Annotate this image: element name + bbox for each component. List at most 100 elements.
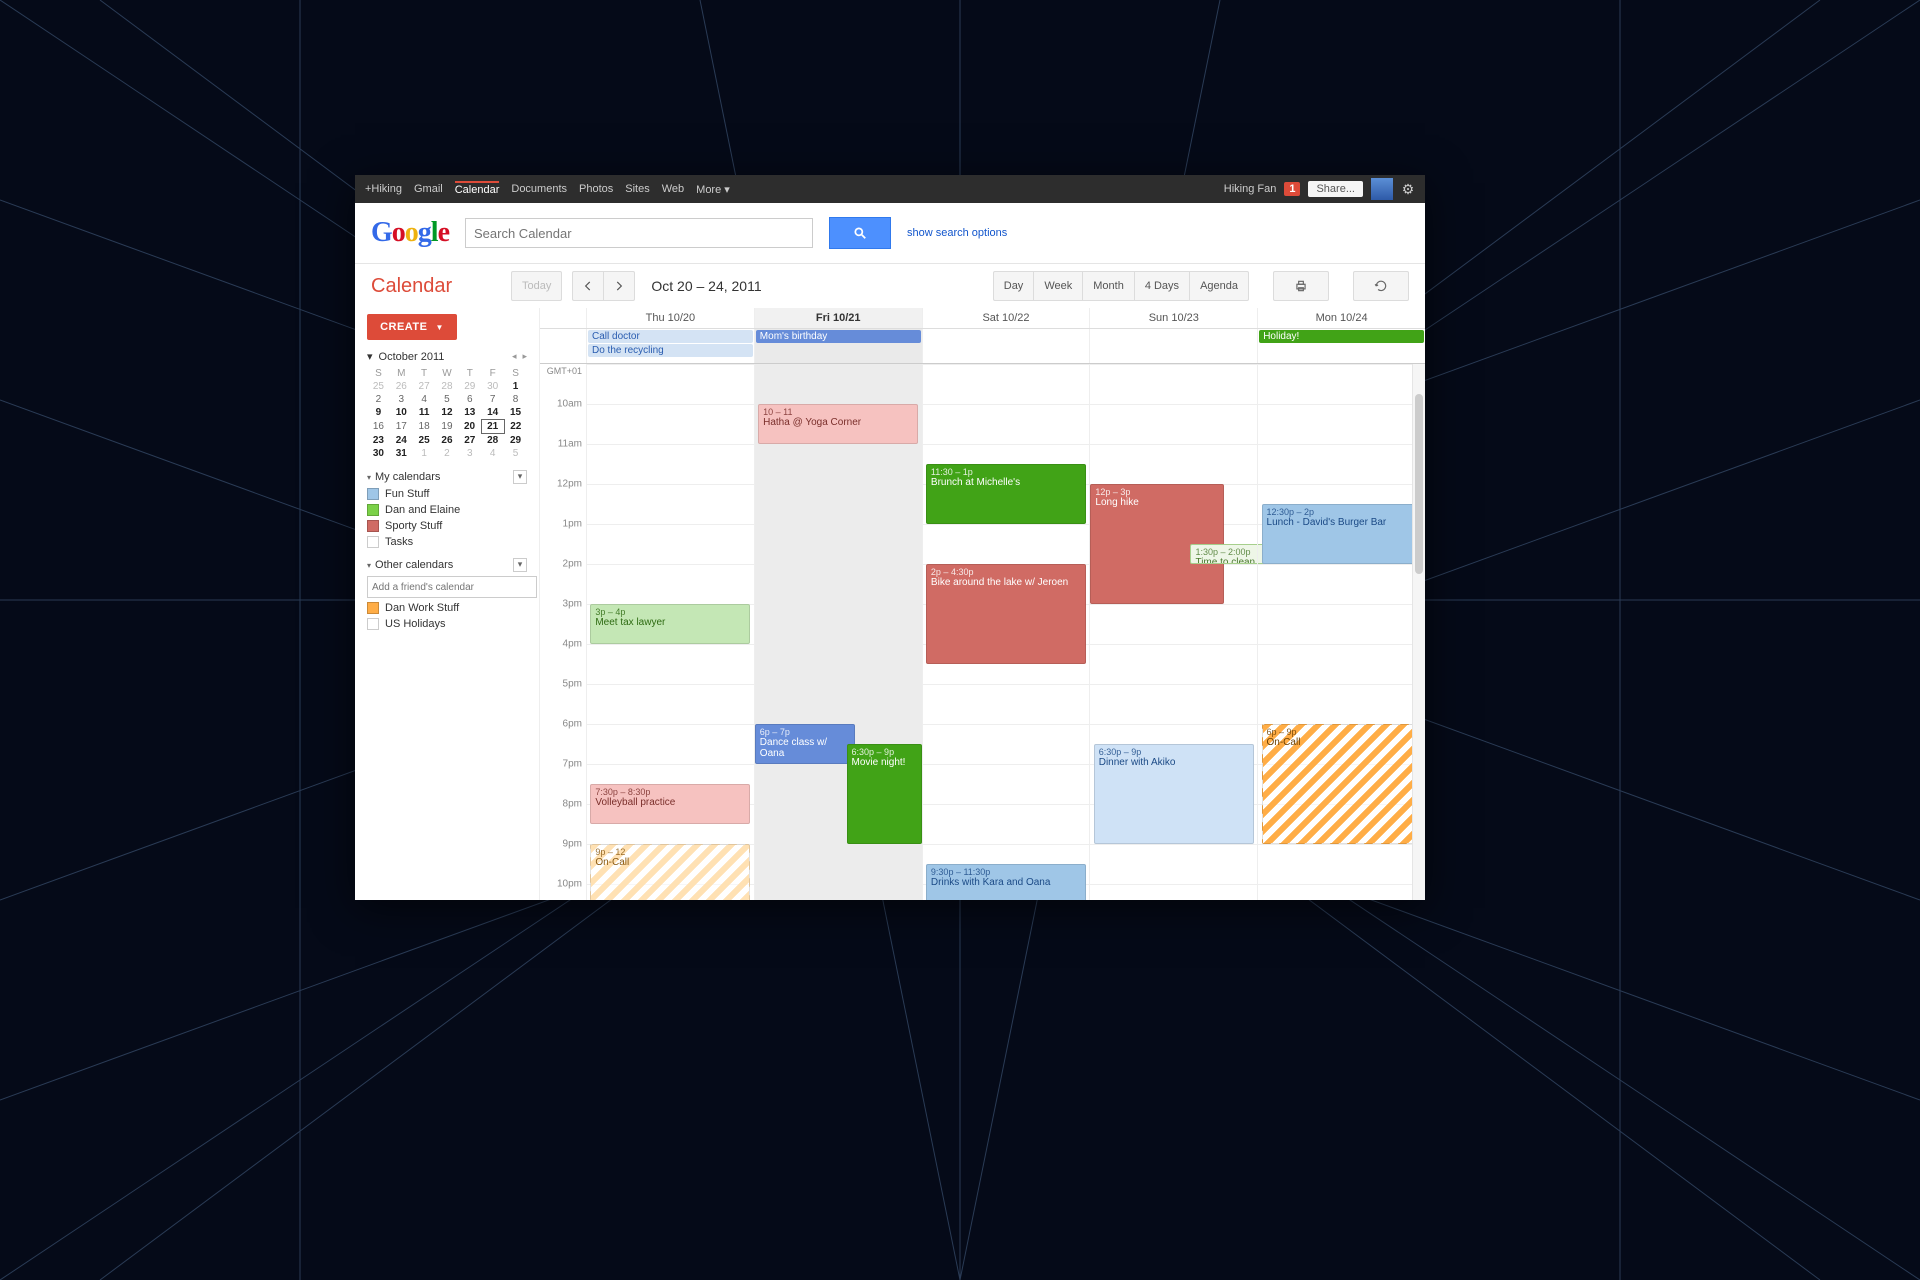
mini-cal-day[interactable]: 27 xyxy=(458,434,481,448)
gear-icon[interactable]: ⚙ xyxy=(1401,182,1415,196)
mini-cal-day[interactable]: 4 xyxy=(481,447,504,460)
event[interactable]: 2p – 4:30pBike around the lake w/ Jeroen xyxy=(926,564,1086,664)
section-menu-button[interactable]: ▾ xyxy=(513,558,527,572)
mini-cal-day[interactable]: 21 xyxy=(481,420,504,434)
day-header[interactable]: Mon 10/24 xyxy=(1257,308,1425,328)
mini-cal-day[interactable]: 9 xyxy=(367,406,390,420)
google-nav-item[interactable]: +Hiking xyxy=(365,183,402,196)
allday-event[interactable]: Call doctor xyxy=(588,330,753,343)
mini-cal-day[interactable]: 5 xyxy=(504,447,527,460)
event[interactable]: 7:30p – 8:30pVolleyball practice xyxy=(590,784,750,824)
prev-button[interactable] xyxy=(572,271,603,301)
search-input[interactable] xyxy=(465,218,813,248)
mini-cal-day[interactable]: 7 xyxy=(481,393,504,406)
time-grid[interactable]: GMT+01 10am11am12pm1pm2pm3pm4pm5pm6pm7pm… xyxy=(540,364,1425,900)
calendar-row[interactable]: US Holidays xyxy=(367,618,527,630)
mini-cal-day[interactable]: 24 xyxy=(390,434,413,448)
mini-cal-day[interactable]: 30 xyxy=(481,380,504,393)
mini-cal-day[interactable]: 29 xyxy=(504,434,527,448)
mini-cal-day[interactable]: 14 xyxy=(481,406,504,420)
today-button[interactable]: Today xyxy=(511,271,562,301)
event[interactable]: 9:30p – 11:30pDrinks with Kara and Oana xyxy=(926,864,1086,900)
mini-cal-day[interactable]: 31 xyxy=(390,447,413,460)
day-header[interactable]: Sat 10/22 xyxy=(922,308,1090,328)
event[interactable]: 3p – 4pMeet tax lawyer xyxy=(590,604,750,644)
mini-cal-day[interactable]: 10 xyxy=(390,406,413,420)
mini-cal-day[interactable]: 19 xyxy=(436,420,459,434)
day-column[interactable]: 11:30 – 1pBrunch at Michelle's2p – 4:30p… xyxy=(922,364,1090,900)
mini-cal-day[interactable]: 13 xyxy=(458,406,481,420)
day-header[interactable]: Fri 10/21 xyxy=(754,308,922,328)
collapse-icon[interactable]: ▾ xyxy=(367,473,371,482)
next-button[interactable] xyxy=(603,271,635,301)
mini-cal-day[interactable]: 6 xyxy=(458,393,481,406)
mini-cal-day[interactable]: 1 xyxy=(504,380,527,393)
mini-cal-day[interactable]: 27 xyxy=(413,380,436,393)
allday-cell[interactable]: Call doctorDo the recycling xyxy=(586,329,754,363)
add-calendar-input[interactable] xyxy=(367,576,537,598)
mini-cal-grid[interactable]: SMTWTFS252627282930123456789101112131415… xyxy=(367,367,527,460)
mini-cal-day[interactable]: 25 xyxy=(367,380,390,393)
allday-cell[interactable]: Holiday! xyxy=(1257,329,1425,363)
mini-cal-day[interactable]: 2 xyxy=(436,447,459,460)
google-nav-item[interactable]: Gmail xyxy=(414,183,443,196)
google-nav-item[interactable]: Web xyxy=(662,183,684,196)
allday-cell[interactable] xyxy=(922,329,1090,363)
google-nav-item[interactable]: Sites xyxy=(625,183,649,196)
event[interactable]: 12:30p – 2pLunch - David's Burger Bar xyxy=(1262,504,1422,564)
search-button[interactable] xyxy=(829,217,891,249)
google-nav-item[interactable]: Photos xyxy=(579,183,613,196)
mini-cal-day[interactable]: 3 xyxy=(458,447,481,460)
mini-cal-day[interactable]: 11 xyxy=(413,406,436,420)
view-button[interactable]: Week xyxy=(1033,271,1082,301)
mini-cal-day[interactable]: 17 xyxy=(390,420,413,434)
view-button[interactable]: Month xyxy=(1082,271,1134,301)
day-header[interactable]: Sun 10/23 xyxy=(1089,308,1257,328)
user-name[interactable]: Hiking Fan xyxy=(1224,183,1277,195)
mini-cal-day[interactable]: 29 xyxy=(458,380,481,393)
view-button[interactable]: 4 Days xyxy=(1134,271,1189,301)
calendar-row[interactable]: Tasks xyxy=(367,536,527,548)
mini-cal-day[interactable]: 22 xyxy=(504,420,527,434)
avatar[interactable] xyxy=(1371,178,1393,200)
view-button[interactable]: Day xyxy=(993,271,1034,301)
notification-badge[interactable]: 1 xyxy=(1284,182,1300,196)
mini-cal-day[interactable]: 18 xyxy=(413,420,436,434)
share-button[interactable]: Share... xyxy=(1308,181,1363,197)
allday-cell[interactable] xyxy=(1089,329,1257,363)
mini-cal-day[interactable]: 8 xyxy=(504,393,527,406)
print-button[interactable] xyxy=(1273,271,1329,301)
day-column[interactable]: 3p – 4pMeet tax lawyer 7:30p – 8:30pVolle… xyxy=(586,364,754,900)
allday-event[interactable]: Holiday! xyxy=(1259,330,1424,343)
day-column[interactable]: 12p – 3pLong hike1:30p – 2:00pTime to cl… xyxy=(1089,364,1257,900)
scrollbar-thumb[interactable] xyxy=(1415,394,1423,574)
mini-cal-day[interactable]: 28 xyxy=(436,380,459,393)
collapse-icon[interactable]: ▾ xyxy=(367,350,373,363)
section-menu-button[interactable]: ▾ xyxy=(513,470,527,484)
mini-cal-day[interactable]: 25 xyxy=(413,434,436,448)
event[interactable]: 1:30p – 2:00pTime to clean xyxy=(1190,544,1265,564)
mini-cal-day[interactable]: 2 xyxy=(367,393,390,406)
mini-cal-day[interactable]: 4 xyxy=(413,393,436,406)
mini-cal-day[interactable]: 23 xyxy=(367,434,390,448)
view-button[interactable]: Agenda xyxy=(1189,271,1249,301)
allday-cell[interactable]: Mom's birthday xyxy=(754,329,922,363)
calendar-row[interactable]: Dan Work Stuff xyxy=(367,602,527,614)
event[interactable]: 6p – 9pOn-Call xyxy=(1262,724,1422,844)
create-button[interactable]: CREATE ▼ xyxy=(367,314,457,340)
mini-cal-day[interactable]: 30 xyxy=(367,447,390,460)
search-options-link[interactable]: show search options xyxy=(907,227,1007,239)
day-column[interactable]: 12:30p – 2pLunch - David's Burger Bar 6p … xyxy=(1257,364,1425,900)
event[interactable]: 9p – 12On-Call xyxy=(590,844,750,900)
allday-event[interactable]: Do the recycling xyxy=(588,344,753,357)
calendar-row[interactable]: Fun Stuff xyxy=(367,488,527,500)
scrollbar[interactable] xyxy=(1412,364,1425,900)
allday-event[interactable]: Mom's birthday xyxy=(756,330,921,343)
mini-cal-day[interactable]: 15 xyxy=(504,406,527,420)
event[interactable]: 10 – 11Hatha @ Yoga Corner xyxy=(758,404,918,444)
mini-cal-day[interactable]: 3 xyxy=(390,393,413,406)
calendar-row[interactable]: Sporty Stuff xyxy=(367,520,527,532)
mini-cal-day[interactable]: 28 xyxy=(481,434,504,448)
mini-cal-next[interactable]: ▸ xyxy=(522,351,527,362)
google-nav-item[interactable]: More ▾ xyxy=(696,183,730,196)
